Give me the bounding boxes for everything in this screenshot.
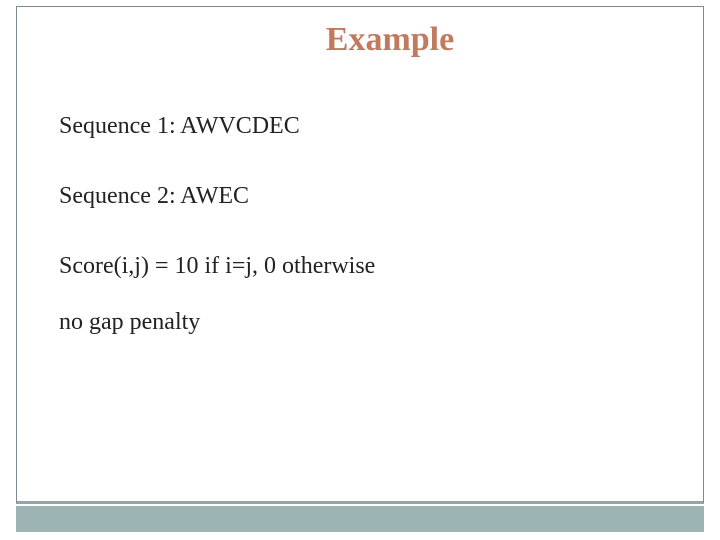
slide-title: Example [77, 21, 703, 59]
slide-frame: Example Sequence 1: AWVCDEC Sequence 2: … [16, 6, 704, 504]
score-function: Score(i,j) = 10 if i=j, 0 otherwise [59, 251, 661, 281]
footer-bar [16, 506, 704, 532]
gap-penalty: no gap penalty [59, 307, 661, 337]
sequence-1: Sequence 1: AWVCDEC [59, 111, 661, 141]
slide-content: Sequence 1: AWVCDEC Sequence 2: AWEC Sco… [17, 59, 703, 337]
sequence-2: Sequence 2: AWEC [59, 181, 661, 211]
